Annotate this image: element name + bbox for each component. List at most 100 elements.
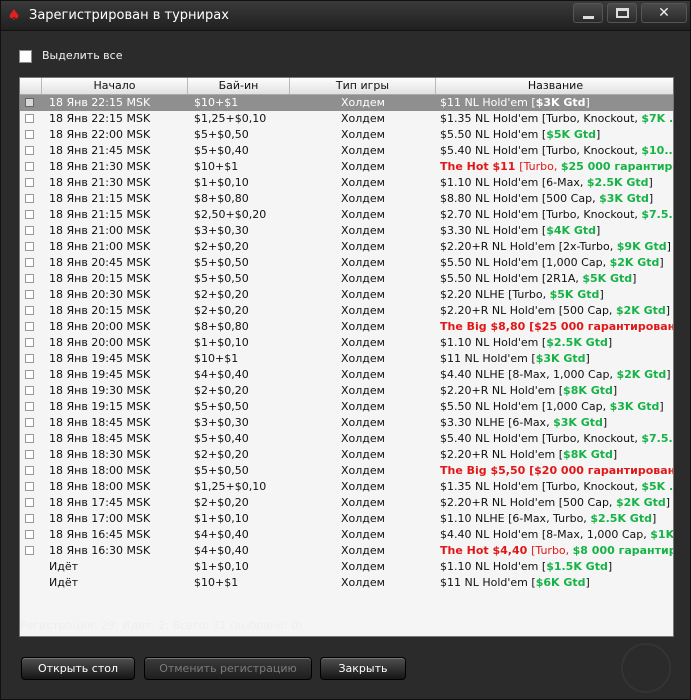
row-checkbox[interactable]	[25, 226, 34, 235]
row-checkbox[interactable]	[25, 386, 34, 395]
column-header-buyin[interactable]: Бай-ин	[188, 78, 290, 94]
table-row[interactable]: 18 Янв 20:30 MSK $2+$0,20 Холдем $2.20 NLHE…	[20, 287, 673, 303]
cell-buyin: $1+$0,10	[194, 560, 249, 573]
name-segment: $5.40 NL Hold'em [Turbo, Knockout,	[440, 144, 642, 157]
row-checkbox[interactable]	[25, 338, 34, 347]
name-segment: $2.20+R NL Hold'em [	[440, 448, 564, 461]
row-checkbox[interactable]	[25, 178, 34, 187]
table-row[interactable]: 18 Янв 21:15 MSK $2,50+$0,20 Холдем $2.70 N…	[20, 207, 673, 223]
table-row[interactable]: 18 Янв 19:45 MSK $4+$0,40 Холдем $4.40 NLHE…	[20, 367, 673, 383]
row-checkbox[interactable]	[25, 514, 34, 523]
table-row[interactable]: 18 Янв 21:30 MSK $1+$0,10 Холдем $1.10 NL H…	[20, 175, 673, 191]
cell-buyin: $5+$0,40	[194, 432, 249, 445]
title-bar[interactable]: ♠ Зарегистрирован в турнирах ✕	[1, 1, 690, 31]
table-row[interactable]: 18 Янв 21:30 MSK $10+$1 Холдем The Hot $11 …	[20, 159, 673, 175]
row-checkbox[interactable]	[25, 402, 34, 411]
cell-name: $1.10 NLHE [6-Max, Turbo, $2.5K Gtd]	[436, 511, 673, 527]
table-row[interactable]: 18 Янв 18:00 MSK $1,25+$0,10 Холдем $1.35 N…	[20, 479, 673, 495]
row-checkbox[interactable]	[25, 242, 34, 251]
table-row[interactable]: 18 Янв 21:15 MSK $8+$0,80 Холдем $8.80 NL H…	[20, 191, 673, 207]
table-row[interactable]: 18 Янв 17:45 MSK $2+$0,20 Холдем $2.20+R NL…	[20, 495, 673, 511]
name-segment: $2.5K Gtd	[546, 336, 608, 349]
row-checkbox[interactable]	[25, 418, 34, 427]
row-checkbox[interactable]	[25, 530, 34, 539]
table-row[interactable]: 18 Янв 21:00 MSK $3+$0,30 Холдем $3.30 NL H…	[20, 223, 673, 239]
table-row[interactable]: 18 Янв 21:45 MSK $5+$0,40 Холдем $5.40 NL H…	[20, 143, 673, 159]
cell-game-type: Холдем	[341, 128, 385, 141]
cell-start: 18 Янв 18:00 MSK	[49, 464, 151, 477]
table-row[interactable]: 18 Янв 20:15 MSK $2+$0,20 Холдем $2.20+R NL…	[20, 303, 673, 319]
row-checkbox[interactable]	[25, 370, 34, 379]
cell-buyin: $2+$0,20	[194, 288, 249, 301]
table-row[interactable]: 18 Янв 16:30 MSK $4+$0,40 Холдем The Hot $4…	[20, 543, 673, 559]
table-row[interactable]: 18 Янв 18:45 MSK $3+$0,30 Холдем $3.30 NLHE…	[20, 415, 673, 431]
row-checkbox[interactable]	[25, 146, 34, 155]
row-checkbox[interactable]	[25, 322, 34, 331]
table-row[interactable]: 18 Янв 20:00 MSK $8+$0,80 Холдем The Big $8…	[20, 319, 673, 335]
open-table-button[interactable]: Открыть стол	[21, 657, 135, 680]
select-all-checkbox[interactable]	[19, 50, 32, 63]
table-row[interactable]: Идёт $1+$0,10 Холдем $1.10 NL Hold'em [$1.5…	[20, 559, 673, 575]
table-row[interactable]: 18 Янв 19:30 MSK $2+$0,20 Холдем $2.20+R NL…	[20, 383, 673, 399]
table-row[interactable]: 18 Янв 19:15 MSK $5+$0,50 Холдем $5.50 NL H…	[20, 399, 673, 415]
table-row[interactable]: 18 Янв 20:00 MSK $1+$0,10 Холдем $1.10 NL H…	[20, 335, 673, 351]
cell-buyin: $10+$1	[194, 352, 239, 365]
column-header-name[interactable]: Название	[436, 78, 673, 94]
select-all[interactable]: Выделить все	[19, 46, 122, 63]
row-checkbox[interactable]	[25, 306, 34, 315]
table-row[interactable]: 18 Янв 21:00 MSK $2+$0,20 Холдем $2.20+R NL…	[20, 239, 673, 255]
cancel-registration-button[interactable]: Отменить регистрацию	[144, 657, 312, 680]
column-header-check[interactable]	[20, 78, 42, 94]
row-checkbox[interactable]	[25, 130, 34, 139]
table-row[interactable]: 18 Янв 19:45 MSK $10+$1 Холдем $11 NL Hold'…	[20, 351, 673, 367]
name-segment: ]	[585, 576, 590, 589]
name-segment: ]	[607, 336, 613, 349]
row-checkbox[interactable]	[25, 498, 34, 507]
name-segment: $4K Gtd	[546, 224, 597, 237]
table-row[interactable]: 18 Янв 16:45 MSK $4+$0,40 Холдем $4.40 NL H…	[20, 527, 673, 543]
maximize-button[interactable]	[607, 3, 637, 23]
close-button[interactable]: Закрыть	[320, 657, 406, 680]
cell-start: 18 Янв 21:30 MSK	[49, 160, 151, 173]
row-checkbox[interactable]	[25, 210, 34, 219]
table-row[interactable]: 18 Янв 18:30 MSK $2+$0,20 Холдем $2.20+R NL…	[20, 447, 673, 463]
table-row[interactable]: 18 Янв 18:00 MSK $5+$0,50 Холдем The Big $5…	[20, 463, 673, 479]
table-row[interactable]: 18 Янв 20:45 MSK $5+$0,50 Холдем $5.50 NL H…	[20, 255, 673, 271]
column-header-game-type[interactable]: Тип игры	[290, 78, 436, 94]
cell-name: $11 NL Hold'em [$6K Gtd]	[436, 575, 673, 591]
name-segment: [$20 000 гарантировано]	[529, 464, 674, 477]
row-checkbox[interactable]	[25, 546, 34, 555]
table-row[interactable]: 18 Янв 22:00 MSK $5+$0,50 Холдем $5.50 NL H…	[20, 127, 673, 143]
row-checkbox[interactable]	[25, 482, 34, 491]
row-checkbox[interactable]	[25, 98, 34, 107]
table-row[interactable]: 18 Янв 18:45 MSK $5+$0,40 Холдем $5.40 NL H…	[20, 431, 673, 447]
cell-name: $5.40 NL Hold'em [Turbo, Knockout, $10..…	[436, 143, 673, 159]
table-row[interactable]: Идёт $10+$1 Холдем $11 NL Hold'em [$6K Gtd]	[20, 575, 673, 591]
column-header-start[interactable]: Начало	[42, 78, 188, 94]
table-row[interactable]: 18 Янв 22:15 MSK $10+$1 Холдем $11 NL Hold'…	[20, 95, 673, 111]
row-checkbox[interactable]	[25, 434, 34, 443]
row-checkbox[interactable]	[25, 354, 34, 363]
close-window-button[interactable]: ✕	[641, 3, 687, 23]
minimize-icon	[583, 16, 594, 19]
cell-start: 18 Янв 20:15 MSK	[49, 272, 151, 285]
table-row[interactable]: 18 Янв 17:00 MSK $1+$0,10 Холдем $1.10 NLHE…	[20, 511, 673, 527]
row-checkbox[interactable]	[25, 466, 34, 475]
row-checkbox[interactable]	[25, 274, 34, 283]
row-checkbox[interactable]	[25, 290, 34, 299]
table-row[interactable]: 18 Янв 20:15 MSK $5+$0,50 Холдем $5.50 NL H…	[20, 271, 673, 287]
row-checkbox[interactable]	[25, 162, 34, 171]
cell-name: $2.70 NL Hold'em [Turbo, Knockout, $7.5.…	[436, 207, 673, 223]
cell-buyin: $5+$0,50	[194, 128, 249, 141]
table-row[interactable]: 18 Янв 22:15 MSK $1,25+$0,10 Холдем $1.35 N…	[20, 111, 673, 127]
row-checkbox[interactable]	[25, 258, 34, 267]
cell-name: $2.20+R NL Hold'em [$8K Gtd]	[436, 383, 673, 399]
cell-game-type: Холдем	[341, 544, 385, 557]
row-checkbox[interactable]	[25, 114, 34, 123]
row-checkbox[interactable]	[25, 450, 34, 459]
name-segment: $1.5K Gtd	[546, 560, 608, 573]
cell-name: $3.30 NLHE [6-Max, $3K Gtd]	[436, 415, 673, 431]
row-checkbox[interactable]	[25, 194, 34, 203]
minimize-button[interactable]	[573, 3, 603, 23]
cell-buyin: $5+$0,40	[194, 144, 249, 157]
